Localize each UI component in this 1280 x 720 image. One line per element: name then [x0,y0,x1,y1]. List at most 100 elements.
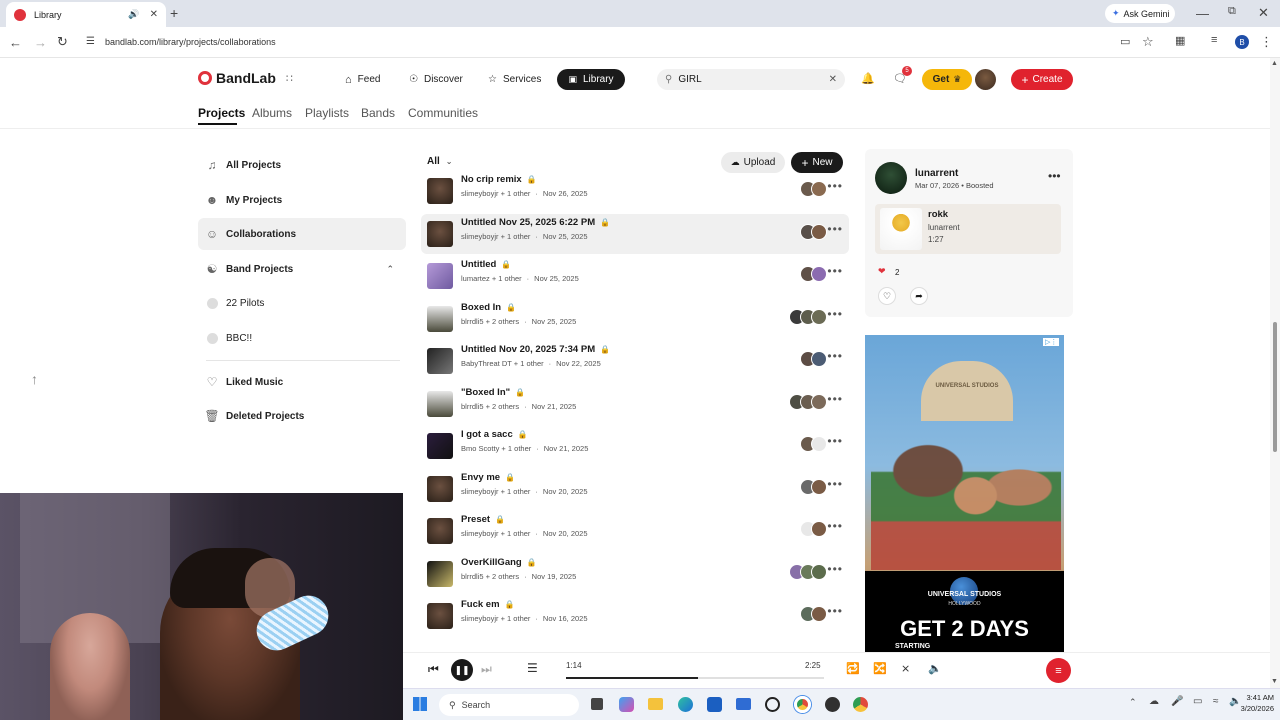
edge-icon[interactable] [678,697,693,712]
close-tab-icon[interactable]: ✕ [150,9,158,20]
progress-track[interactable] [566,677,824,679]
taskbar-search[interactable]: ⚲ Search [439,694,579,716]
collaborator-avatars[interactable] [800,606,827,622]
table-row[interactable]: I got a sacc 🔒 Bmo Scotty + 1 other · Nov 21… [421,426,849,466]
row-more-icon[interactable]: ••• [827,477,843,491]
create-button[interactable]: + Create [1011,69,1073,90]
collaborator-avatars[interactable] [800,479,827,495]
project-title[interactable]: I got a sacc 🔒 [461,429,528,440]
collaborator-avatars[interactable] [800,521,827,537]
browser-menu-icon[interactable]: ⋮ [1260,34,1273,50]
store-icon[interactable] [707,697,722,712]
tray-display-icon[interactable]: ▭ [1193,696,1202,707]
project-title[interactable]: Envy me 🔒 [461,472,515,483]
close-window-icon[interactable]: ✕ [1258,5,1269,21]
reading-list-icon[interactable]: ≡ [1211,34,1217,46]
collaborator-avatars[interactable] [800,351,827,367]
row-more-icon[interactable]: ••• [827,434,843,448]
row-more-icon[interactable]: ••• [827,264,843,278]
collaborator-avatars[interactable] [789,564,827,580]
clear-search-icon[interactable]: ✕ [829,74,837,85]
scroll-up-icon[interactable]: ▲ [1271,60,1278,67]
site-info-icon[interactable]: ☰ [86,36,95,47]
row-more-icon[interactable]: ••• [827,349,843,363]
shuffle-icon[interactable]: 🔀 [873,662,887,675]
table-row[interactable]: "Boxed In" 🔒 blrrdli5 + 2 others · Nov 21, 2… [421,384,849,424]
file-explorer-icon[interactable] [648,698,663,710]
new-project-button[interactable]: + New [791,152,843,173]
nav-discover[interactable]: ☉ Discover [409,69,463,90]
collaborator-avatars[interactable] [800,181,827,197]
chrome-alt-icon[interactable] [853,697,868,712]
tab-bands[interactable]: Bands [361,106,395,120]
nav-library[interactable]: ▣ Library [557,69,625,90]
track-card[interactable]: rokk lunarrent 1:27 [875,204,1061,254]
collaborator-avatars[interactable] [800,224,827,240]
search-box[interactable]: ⚲ GIRL ✕ [657,69,845,90]
collaborator-avatars[interactable] [789,309,827,325]
taskbar-time[interactable]: 3:41 AM [1227,693,1280,702]
project-title[interactable]: OverKillGang 🔒 [461,557,537,568]
user-avatar[interactable] [975,69,996,90]
scrollbar-thumb[interactable] [1273,322,1277,452]
chatgpt-icon[interactable] [765,697,780,712]
tray-network-icon[interactable]: ☁ [1149,696,1159,707]
nav-services[interactable]: ☆ Services [488,69,541,90]
post-user-name[interactable]: lunarrent [915,168,958,179]
sidebar-band-item[interactable]: BBC!! [198,322,406,354]
post-more-icon[interactable]: ••• [1048,169,1061,183]
table-row[interactable]: Untitled Nov 20, 2025 7:34 PM 🔒 BabyThreat… [421,341,849,381]
table-row[interactable]: Untitled 🔒 lumartez + 1 other · Nov 25, 2025… [421,256,849,296]
share-button[interactable]: ➦ [910,287,928,305]
collaborator-avatars[interactable] [800,266,827,282]
table-row[interactable]: Fuck em 🔒 slimeyboyjr + 1 other · Nov 16, 20… [421,596,849,636]
browser-tab[interactable]: Library 🔊 ✕ [6,2,166,27]
collaborator-avatars[interactable] [800,436,827,452]
player-menu-button[interactable]: ≡ [1046,658,1071,683]
mail-icon[interactable] [736,698,751,710]
row-more-icon[interactable]: ••• [827,519,843,533]
sidebar-liked-music[interactable]: ♡ Liked Music [198,366,406,398]
maximize-icon[interactable]: ⧉ [1228,5,1236,18]
row-more-icon[interactable]: ••• [827,392,843,406]
nav-feed[interactable]: ⌂ Feed [345,69,380,90]
get-membership-button[interactable]: Get ♛ [922,69,972,90]
collaborator-avatars[interactable] [789,394,827,410]
row-more-icon[interactable]: ••• [827,562,843,576]
table-row[interactable]: Envy me 🔒 slimeyboyjr + 1 other · Nov 20, 20… [421,469,849,509]
task-view-icon[interactable] [591,698,603,710]
profile-avatar[interactable]: B [1235,35,1249,49]
repeat-icon[interactable]: 🔁 [846,662,860,675]
project-title[interactable]: Fuck em 🔒 [461,599,515,610]
sidebar-all-projects[interactable]: ♫ All Projects [198,149,406,181]
row-more-icon[interactable]: ••• [827,179,843,193]
tray-wifi-icon[interactable]: ≈ [1213,696,1219,707]
table-row[interactable]: Untitled Nov 25, 2025 6:22 PM 🔒 slimeyboyj… [421,214,849,254]
project-title[interactable]: Preset 🔒 [461,514,505,525]
tab-playlists[interactable]: Playlists [305,106,349,120]
project-title[interactable]: Untitled Nov 25, 2025 6:22 PM 🔒 [461,217,610,228]
queue-icon[interactable]: ☰ [527,661,538,675]
tab-projects[interactable]: Projects [198,106,245,120]
page-scrollbar[interactable]: ▲ ▼ [1270,58,1280,688]
project-title[interactable]: No crip remix 🔒 [461,174,537,185]
sidebar-deleted-projects[interactable]: 🗑 Deleted Projects [198,400,406,432]
forward-icon[interactable]: → [34,35,47,50]
new-tab-icon[interactable]: + [170,5,178,21]
advertisement[interactable]: ▷⋮ UNIVERSAL STUDIOS UNIVERSAL STUDIOS H… [865,335,1064,662]
like-button[interactable]: ♡ [878,287,896,305]
chrome-icon[interactable] [794,696,811,713]
back-icon[interactable]: ← [9,35,22,50]
url-field[interactable]: bandlab.com/library/projects/collaborati… [105,37,276,47]
tray-chevron-icon[interactable]: ⌃ [1129,697,1137,708]
ad-choices-icon[interactable]: ▷⋮ [1043,338,1060,346]
reload-icon[interactable]: ↻ [57,34,68,50]
project-title[interactable]: Untitled Nov 20, 2025 7:34 PM 🔒 [461,344,610,355]
bandlab-logo[interactable]: BandLab [198,70,276,86]
notifications-bell-icon[interactable]: 🔔 [861,72,875,85]
upload-button[interactable]: ☁ Upload [721,152,785,173]
ask-gemini-button[interactable]: ✦ Ask Gemini [1105,4,1175,23]
minimize-icon[interactable]: — [1196,6,1209,21]
sidebar-my-projects[interactable]: ☻ My Projects [198,184,406,216]
table-row[interactable]: Boxed In 🔒 blrrdli5 + 2 others · Nov 25, 202… [421,299,849,339]
